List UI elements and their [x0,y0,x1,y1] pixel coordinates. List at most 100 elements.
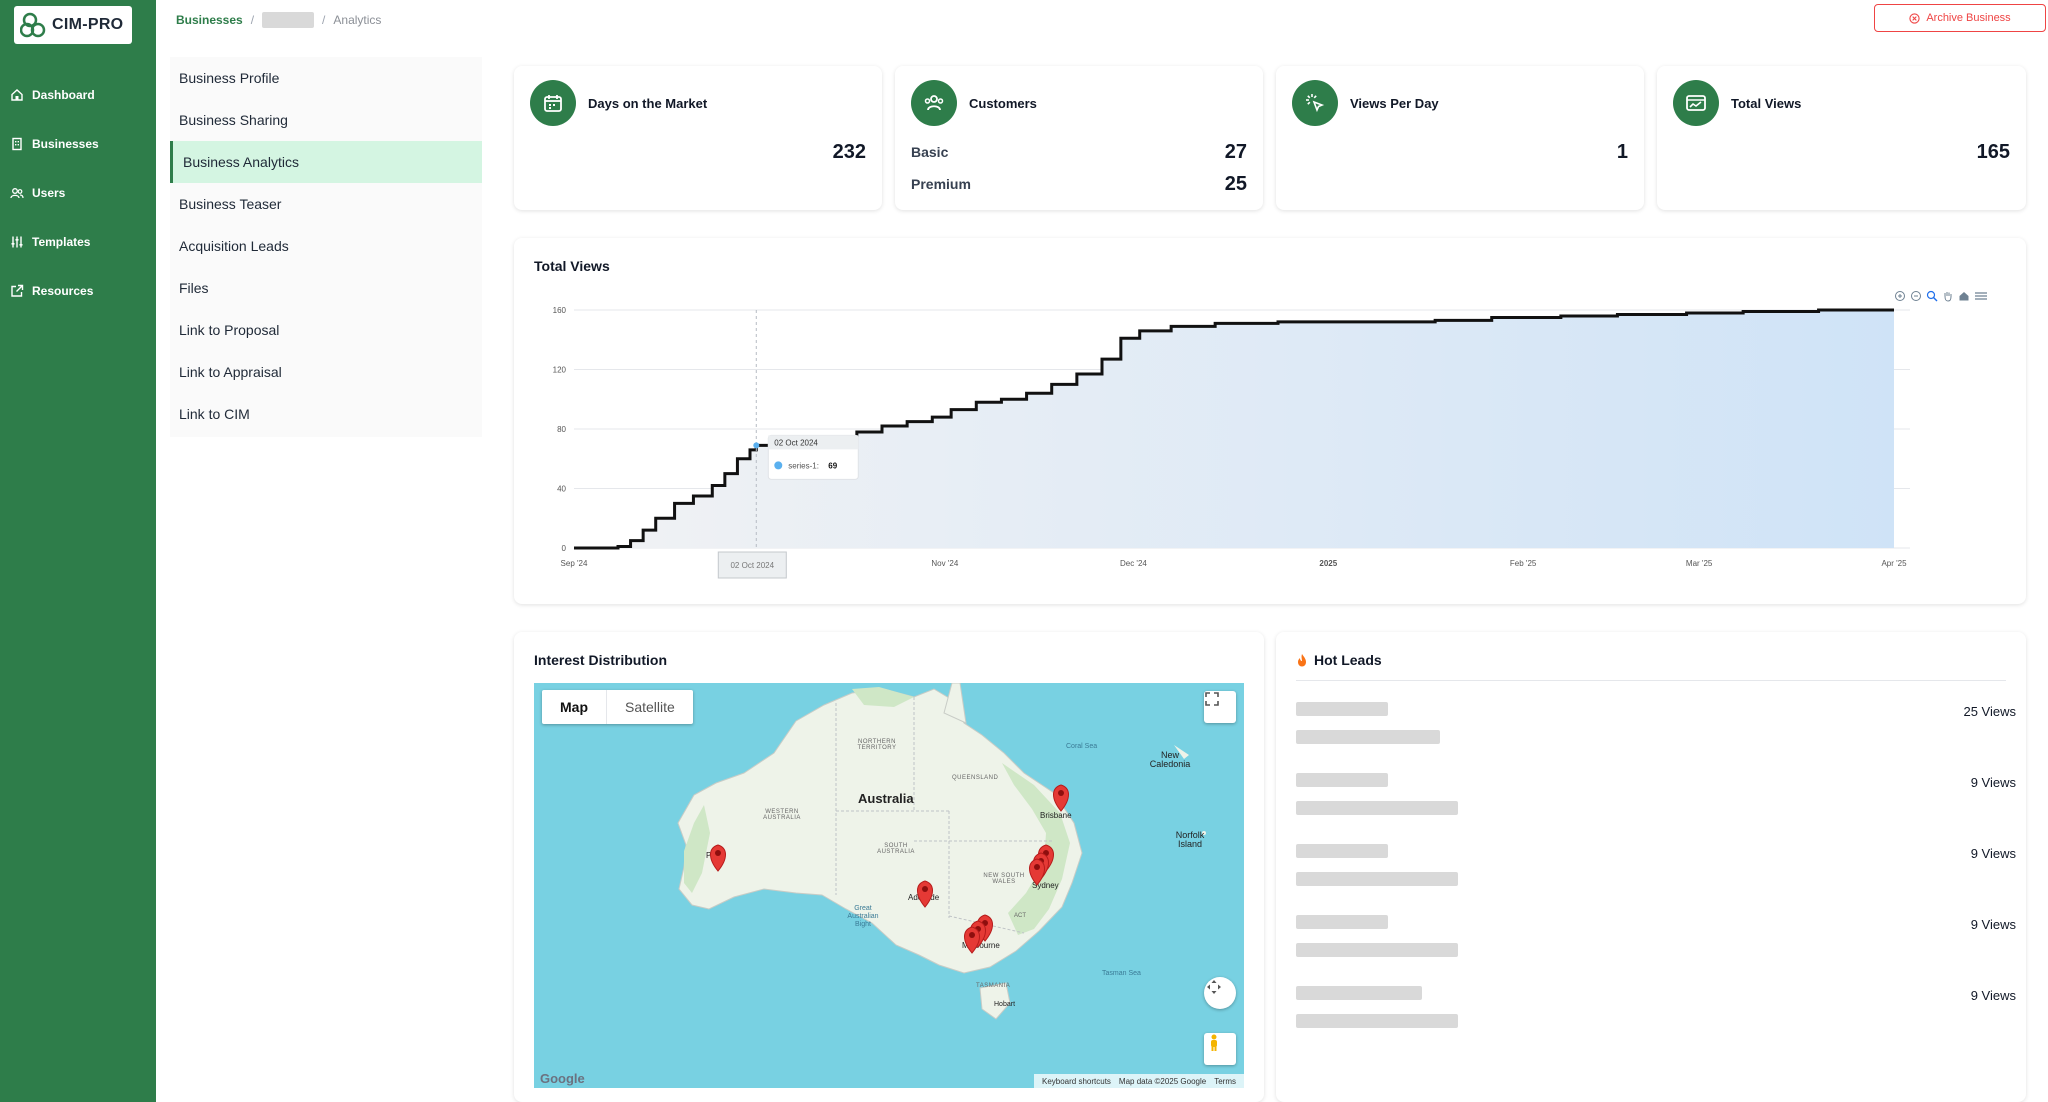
map-label-new-caledonia: New Caledonia [1149,750,1191,769]
submenu-files[interactable]: Files [170,267,482,309]
fullscreen-button[interactable] [1204,691,1236,723]
keyboard-shortcuts-link[interactable]: Keyboard shortcuts [1042,1077,1111,1086]
submenu-link-to-cim[interactable]: Link to CIM [170,393,482,435]
interest-distribution-title: Interest Distribution [534,652,668,668]
submenu-business-teaser[interactable]: Business Teaser [170,183,482,225]
nav-templates[interactable]: Templates [0,228,156,256]
map-label-sydney: Sydney [1032,881,1059,890]
x-tick-label: Dec '24 [1120,559,1147,568]
hot-leads-title: Hot Leads [1314,652,1382,668]
submenu-link-to-appraisal[interactable]: Link to Appraisal [170,351,482,393]
submenu-business-profile[interactable]: Business Profile [170,57,482,99]
customers-basic-label: Basic [911,144,949,160]
hot-leads-header: Hot Leads [1296,652,1382,668]
map-label-adelaide: Adelaide [908,893,940,902]
lead-email-redacted [1296,801,1458,815]
click-icon [1292,80,1338,126]
building-icon [10,137,24,151]
tooltip-date: 02 Oct 2024 [774,438,818,447]
map-type-toggle: Map Satellite [542,690,693,724]
archive-business-label: Archive Business [1926,12,2011,24]
terms-link[interactable]: Terms [1214,1077,1236,1086]
submenu-acquisition-leads[interactable]: Acquisition Leads [170,225,482,267]
map-label-wa: WESTERN AUSTRALIA [763,809,801,821]
nav-businesses-label: Businesses [32,137,99,151]
app-name: CIM-PRO [52,16,124,33]
breadcrumb-business-redacted[interactable] [262,12,315,28]
map-pan-control[interactable] [1204,977,1236,1009]
stat-title: Total Views [1731,96,1802,111]
users-icon [10,186,24,200]
fullscreen-icon [1205,692,1219,706]
map-type-map[interactable]: Map [542,690,606,724]
map-label-bight: Great Australian Bight [847,905,879,928]
breadcrumb-businesses[interactable]: Businesses [176,13,243,27]
map-label-country: Australia [858,791,914,806]
logo-icon [20,12,46,38]
pan-arrows-icon [1207,980,1221,994]
customers-premium-label: Premium [911,176,971,192]
lead-item[interactable]: 9 Views [1296,844,2016,904]
x-tick-label: Feb '25 [1510,559,1537,568]
lead-views: 25 Views [1963,704,2016,719]
x-tick-label: Apr '25 [1881,559,1907,568]
nav-users[interactable]: Users [0,179,156,207]
nav-dashboard[interactable]: Dashboard [0,81,156,109]
lead-email-redacted [1296,872,1458,886]
total-views-card: Total Views 0 40 80 120 160 Sep '24 Nov '24 Dec… [514,238,2026,604]
customers-icon [911,80,957,126]
crosshair-label: 02 Oct 2024 [730,561,774,570]
calendar-icon [530,80,576,126]
map-label-tasman-sea: Tasman Sea [1102,970,1141,977]
nav-businesses[interactable]: Businesses [0,130,156,158]
tooltip-value: 69 [828,461,837,470]
map-label-perth: Perth [706,851,726,860]
map-data-attribution: Map data ©2025 Google [1118,1076,1207,1086]
stat-title: Views Per Day [1350,96,1439,111]
map-label-tas: TASMANIA [976,983,1011,989]
map-label-sa: SOUTH AUSTRALIA [877,843,915,855]
breadcrumb: Businesses / / Analytics [176,12,381,28]
app-logo[interactable]: CIM-PRO [14,6,132,44]
submenu-business-analytics[interactable]: Business Analytics [170,141,482,183]
lead-email-redacted [1296,943,1458,957]
map-type-satellite[interactable]: Satellite [606,690,693,724]
nav-resources-label: Resources [32,284,94,298]
map-label-nsw: NEW SOUTH WALES [983,873,1025,885]
lead-item[interactable]: 9 Views [1296,915,2016,975]
street-view-button[interactable] [1204,1033,1236,1065]
stat-title: Customers [969,96,1037,111]
submenu-link-to-proposal[interactable]: Link to Proposal [170,309,482,351]
submenu-business-sharing[interactable]: Business Sharing [170,99,482,141]
stat-card-days-on-market: Days on the Market 232 [514,66,882,210]
stat-card-views-per-day: Views Per Day 1 [1276,66,1644,210]
home-icon [10,88,24,102]
archive-business-button[interactable]: Archive Business [1874,4,2046,32]
map-label-coral-sea: Coral Sea [1066,743,1098,750]
analytics-icon [1673,80,1719,126]
map-label-melbourne: Melbourne [962,941,1000,950]
map-label-act: ACT [1014,913,1026,919]
map-footer: Keyboard shortcuts Map data ©2025 Google… [1033,1074,1244,1088]
lead-item[interactable]: 9 Views [1296,773,2016,833]
lead-item[interactable]: 9 Views [1296,986,2016,1046]
breadcrumb-separator: / [322,13,326,27]
tooltip-series-marker [774,461,783,470]
close-circle-icon [1909,12,1920,24]
breadcrumb-separator: / [250,13,255,27]
x-tick-label: Nov '24 [931,559,958,568]
lead-item[interactable]: 25 Views [1296,702,2016,762]
y-tick-label: 160 [553,306,567,315]
map-label-hobart: Hobart [994,1001,1016,1008]
fire-icon [1298,654,1306,667]
lead-email-redacted [1296,730,1440,744]
interest-map[interactable]: Australia NORTHERN TERRITORY QUEENSLAND … [534,683,1244,1088]
nav-resources[interactable]: Resources [0,277,156,305]
breadcrumb-current: Analytics [333,13,382,27]
stat-value: 232 [832,141,866,163]
map-label-nt: NORTHERN TERRITORY [857,739,897,751]
hot-leads-card: Hot Leads 25 Views 9 Views 9 Views 9 Vie… [1276,632,2026,1102]
y-tick-label: 120 [553,366,567,375]
business-submenu: Business Profile Business Sharing Busine… [170,57,482,437]
lead-email-redacted [1296,1014,1458,1028]
